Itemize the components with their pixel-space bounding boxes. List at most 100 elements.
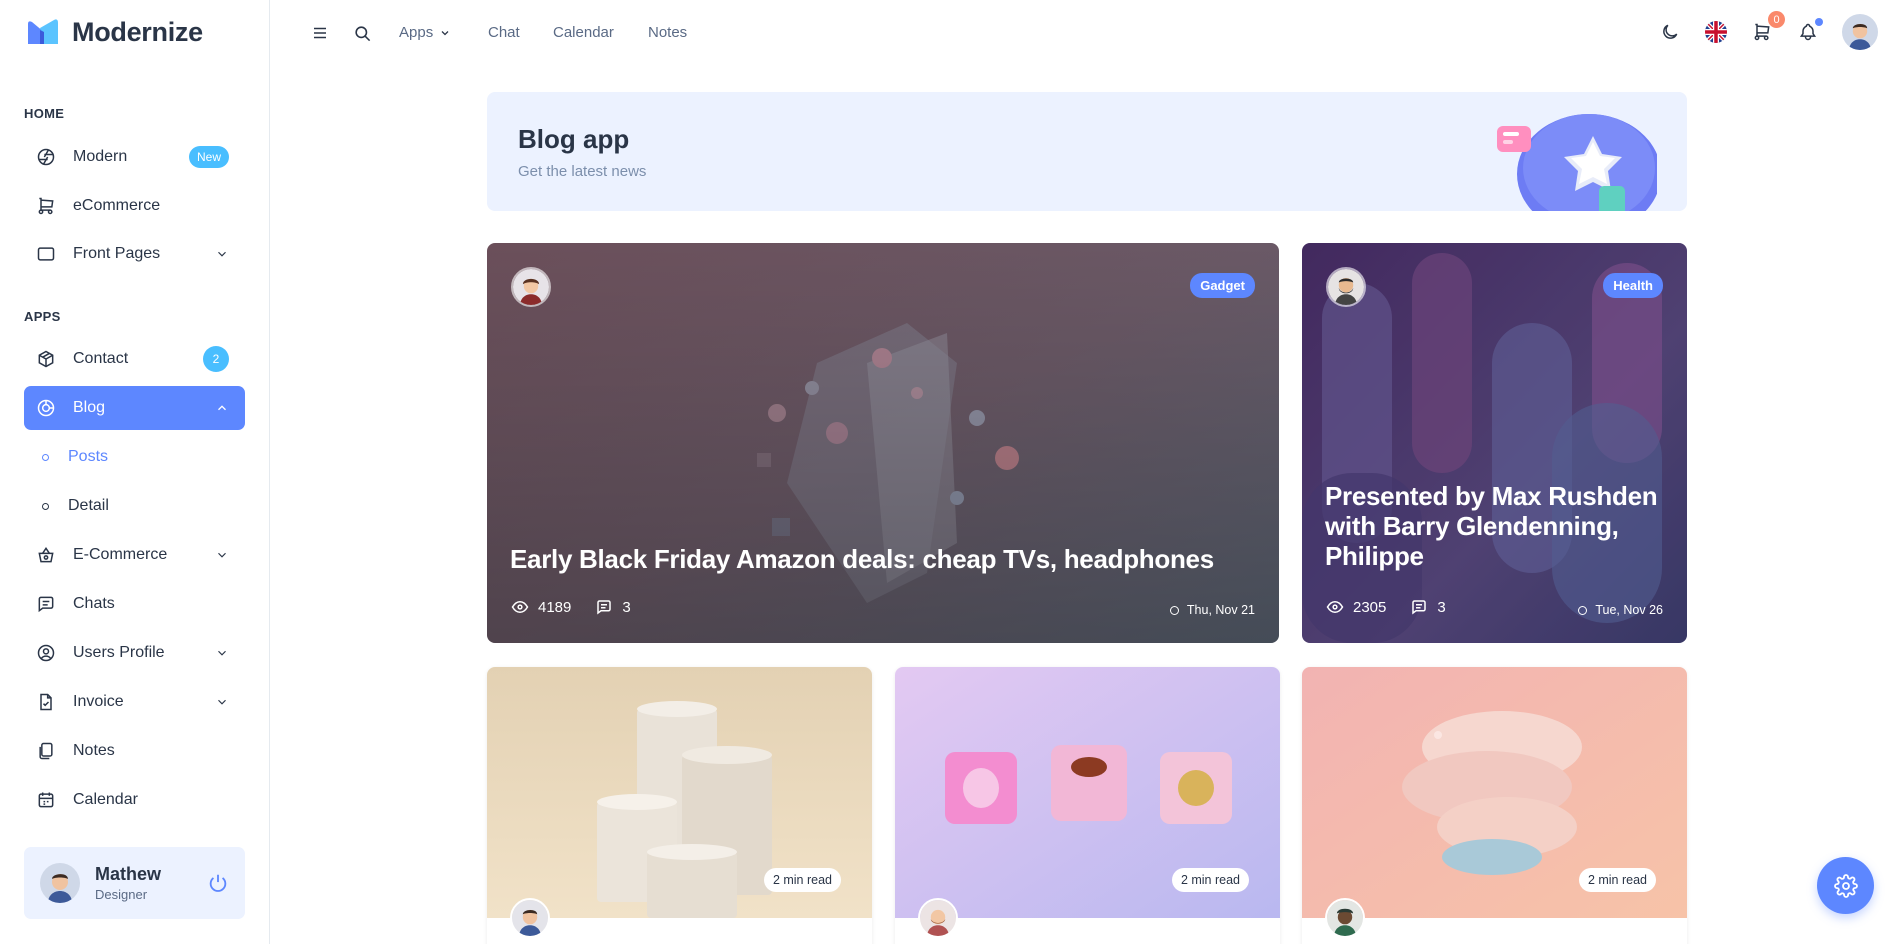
sidebar-item-label: eCommerce: [73, 197, 161, 214]
sidebar-item-label: Users Profile: [73, 644, 165, 661]
sidebar-item-label: Detail: [68, 497, 109, 514]
header-link-label: Apps: [399, 24, 434, 41]
post-card[interactable]: 2 min read: [895, 667, 1280, 944]
sidebar-item-detail[interactable]: Detail: [24, 484, 245, 528]
cart-count-badge: 0: [1768, 11, 1785, 28]
sidebar-item-label: E-Commerce: [73, 546, 168, 563]
comments-count: 3: [1437, 598, 1446, 616]
chevron-down-icon: [215, 548, 229, 562]
header-link-chat[interactable]: Chat: [488, 24, 520, 41]
post-date-text: Tue, Nov 26: [1595, 603, 1663, 617]
author-avatar[interactable]: [511, 267, 551, 307]
comments-count: 3: [622, 598, 631, 616]
chevron-down-icon: [215, 646, 229, 660]
category-badge: Gadget: [1190, 273, 1255, 298]
user-profile-card: Mathew Designer: [24, 847, 245, 919]
sidebar-item-label: Blog: [73, 399, 106, 416]
featured-post-card[interactable]: Health Presented by Max Rushden with Bar…: [1302, 243, 1687, 643]
avatar: [40, 863, 80, 903]
post-stats: 4189 3: [511, 598, 631, 616]
header-apps-menu[interactable]: Apps: [399, 24, 451, 41]
sidebar-item-label: Posts: [68, 448, 109, 465]
sidebar-item-ecommerce[interactable]: eCommerce: [24, 184, 245, 228]
chevron-down-icon: [439, 27, 451, 39]
circle-icon: [42, 453, 49, 461]
circle-icon: [1578, 605, 1588, 615]
new-badge: New: [188, 146, 229, 168]
sidebar-item-e-commerce[interactable]: E-Commerce: [24, 533, 245, 577]
uk-flag-icon[interactable]: [1704, 20, 1728, 44]
post-card[interactable]: 2 min read: [1302, 667, 1687, 944]
brand[interactable]: Modernize: [26, 16, 203, 48]
post-date: Thu, Nov 21: [1169, 603, 1255, 617]
top-header: Apps Chat Calendar Notes 0: [271, 0, 1902, 66]
post-date: Tue, Nov 26: [1578, 603, 1663, 617]
sidebar-item-calendar[interactable]: Calendar: [24, 778, 245, 822]
profile-name: Mathew: [95, 864, 162, 884]
profile-role: Designer: [95, 887, 148, 902]
sidebar-item-label: Contact: [73, 350, 129, 367]
circle-icon: [42, 502, 49, 510]
read-time-chip: 2 min read: [763, 868, 841, 892]
author-avatar[interactable]: [918, 898, 958, 938]
sidebar-item-label: Notes: [73, 742, 115, 759]
sidebar-item-label: Invoice: [73, 693, 124, 710]
bell-icon: [1798, 22, 1818, 42]
package-icon: [36, 349, 56, 369]
eye-icon: [1326, 598, 1344, 616]
comment-icon: [1410, 598, 1428, 616]
notifications-button[interactable]: [1796, 18, 1823, 44]
banner-illustration: [1497, 108, 1657, 211]
notes-icon: [36, 741, 56, 761]
header-link-notes[interactable]: Notes: [648, 24, 687, 41]
power-icon[interactable]: [207, 872, 229, 894]
calendar-icon: [36, 790, 56, 810]
post-image: [1302, 243, 1687, 643]
post-card[interactable]: 2 min read: [487, 667, 872, 944]
read-time-chip: 2 min read: [1171, 868, 1249, 892]
sidebar-item-modern[interactable]: Modern New: [24, 135, 245, 179]
sidebar-item-front-pages[interactable]: Front Pages: [24, 232, 245, 276]
modernize-logo-icon: [26, 18, 62, 46]
sidebar: Modernize HOME Modern New eCommerce Fron…: [0, 0, 270, 944]
sidebar-item-contact[interactable]: Contact 2: [24, 337, 245, 381]
post-title[interactable]: Early Black Friday Amazon deals: cheap T…: [510, 544, 1250, 575]
brand-name: Modernize: [72, 16, 203, 47]
nav-section-apps: APPS: [24, 309, 61, 324]
sidebar-item-invoice[interactable]: Invoice: [24, 680, 245, 724]
chevron-down-icon: [215, 247, 229, 261]
sidebar-item-label: Front Pages: [73, 245, 161, 262]
circle-icon: [1169, 605, 1179, 615]
post-image: [487, 243, 1279, 643]
author-avatar[interactable]: [1325, 898, 1365, 938]
menu-icon[interactable]: [308, 21, 332, 45]
basket-icon: [36, 545, 56, 565]
post-stats: 2305 3: [1326, 598, 1446, 616]
views-count: 2305: [1353, 598, 1387, 616]
sidebar-item-chats[interactable]: Chats: [24, 582, 245, 626]
layout-icon: [36, 244, 56, 264]
featured-post-card[interactable]: Gadget Early Black Friday Amazon deals: …: [487, 243, 1279, 643]
sidebar-item-blog[interactable]: Blog: [24, 386, 245, 430]
post-title[interactable]: Presented by Max Rushden with Barry Glen…: [1325, 481, 1665, 572]
read-time-chip: 2 min read: [1578, 868, 1656, 892]
chevron-down-icon: [215, 695, 229, 709]
chart-donut-icon: [36, 398, 56, 418]
nav-section-home: HOME: [24, 106, 65, 121]
cart-button[interactable]: 0: [1750, 11, 1785, 44]
sidebar-item-notes[interactable]: Notes: [24, 729, 245, 773]
chevron-up-icon: [215, 401, 229, 415]
sidebar-item-users-profile[interactable]: Users Profile: [24, 631, 245, 675]
sidebar-item-label: Calendar: [73, 791, 138, 808]
settings-button[interactable]: [1817, 857, 1874, 914]
author-avatar[interactable]: [1326, 267, 1366, 307]
sidebar-item-label: Modern: [73, 148, 128, 165]
user-avatar-button[interactable]: [1842, 14, 1878, 50]
header-link-calendar[interactable]: Calendar: [553, 24, 614, 41]
moon-icon[interactable]: [1658, 20, 1682, 44]
author-avatar[interactable]: [510, 898, 550, 938]
search-icon[interactable]: [350, 21, 374, 45]
sidebar-item-posts[interactable]: Posts: [24, 435, 245, 479]
contact-count-badge: 2: [203, 346, 229, 372]
gear-icon: [1833, 873, 1858, 898]
